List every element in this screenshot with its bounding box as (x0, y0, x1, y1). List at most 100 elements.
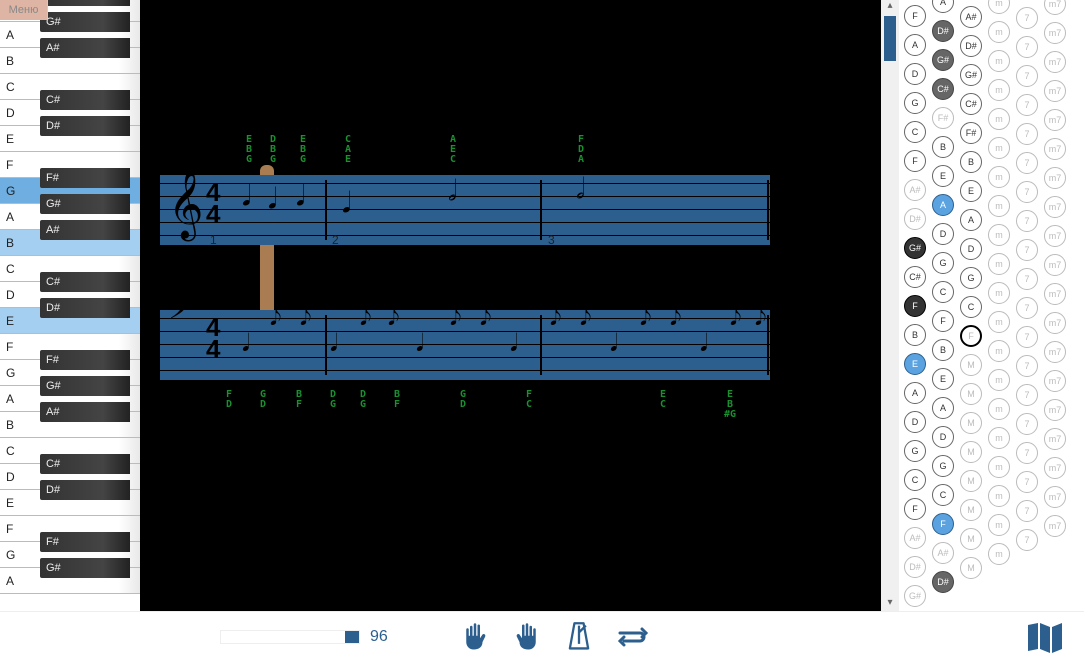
accordion-button[interactable]: m (988, 456, 1010, 478)
scroll-thumb[interactable] (884, 16, 896, 61)
scroll-down-icon[interactable]: ▾ (883, 597, 897, 611)
accordion-button[interactable]: 7 (1016, 7, 1038, 29)
tempo-slider[interactable] (220, 630, 360, 644)
piano-black-key[interactable]: A# (40, 220, 130, 240)
accordion-button[interactable]: C (932, 484, 954, 506)
accordion-button[interactable]: 7 (1016, 326, 1038, 348)
accordion-button[interactable]: 7 (1016, 384, 1038, 406)
piano-black-key[interactable]: F# (40, 350, 130, 370)
accordion-button[interactable]: M (960, 441, 982, 463)
accordion-button[interactable]: F (904, 498, 926, 520)
accordion-button[interactable]: E (932, 165, 954, 187)
accordion-button[interactable]: G# (904, 237, 926, 259)
accordion-button[interactable]: m (988, 282, 1010, 304)
left-hand-icon[interactable] (458, 620, 492, 654)
tempo-slider-thumb[interactable] (345, 631, 359, 643)
accordion-button[interactable]: m (988, 79, 1010, 101)
accordion-button[interactable]: E (960, 180, 982, 202)
accordion-button[interactable]: m (988, 543, 1010, 565)
accordion-button[interactable]: m7 (1044, 283, 1066, 305)
accordion-button[interactable]: m7 (1044, 167, 1066, 189)
accordion-button[interactable]: m7 (1044, 254, 1066, 276)
accordion-button[interactable]: m (988, 50, 1010, 72)
piano-black-key[interactable]: D# (40, 480, 130, 500)
accordion-button[interactable]: m7 (1044, 312, 1066, 334)
accordion-button[interactable]: A (932, 194, 954, 216)
piano-black-key[interactable]: D# (40, 298, 130, 318)
metronome-icon[interactable] (562, 620, 596, 654)
accordion-button[interactable]: m (988, 369, 1010, 391)
loop-icon[interactable] (614, 620, 648, 654)
accordion-button[interactable]: G (904, 92, 926, 114)
accordion-button[interactable]: F (960, 325, 982, 347)
accordion-button[interactable]: 7 (1016, 65, 1038, 87)
map-view-icon[interactable] (1026, 620, 1064, 654)
accordion-button[interactable]: m (988, 485, 1010, 507)
accordion-button[interactable]: m7 (1044, 428, 1066, 450)
piano-black-key[interactable]: C# (40, 90, 130, 110)
accordion-button[interactable]: M (960, 499, 982, 521)
accordion-button[interactable]: B (932, 136, 954, 158)
accordion-button[interactable]: C (932, 281, 954, 303)
piano-black-key[interactable]: A# (40, 402, 130, 422)
accordion-button[interactable]: A (932, 0, 954, 13)
accordion-button[interactable]: E (932, 368, 954, 390)
accordion-button[interactable]: A (960, 209, 982, 231)
piano-black-key[interactable]: F# (40, 0, 130, 6)
accordion-button[interactable]: F (904, 5, 926, 27)
accordion-button[interactable]: C# (960, 93, 982, 115)
accordion-button[interactable]: A# (904, 179, 926, 201)
accordion-button[interactable]: A (904, 382, 926, 404)
accordion-button[interactable]: m7 (1044, 457, 1066, 479)
piano-black-key[interactable]: G# (40, 12, 130, 32)
accordion-button[interactable]: C# (904, 266, 926, 288)
accordion-button[interactable]: 7 (1016, 529, 1038, 551)
accordion-button[interactable]: C (960, 296, 982, 318)
piano-black-key[interactable]: C# (40, 272, 130, 292)
accordion-button[interactable]: M (960, 383, 982, 405)
accordion-button[interactable]: C (904, 121, 926, 143)
accordion-button[interactable]: m (988, 108, 1010, 130)
accordion-button[interactable]: m (988, 427, 1010, 449)
accordion-button[interactable]: 7 (1016, 94, 1038, 116)
accordion-button[interactable]: D (932, 223, 954, 245)
accordion-button[interactable]: m7 (1044, 341, 1066, 363)
accordion-button[interactable]: m7 (1044, 486, 1066, 508)
piano-keyboard[interactable]: Меню F#GG#AA#BCC#DD#EFF#GG#AA#BCC#DD#EFF… (0, 0, 140, 611)
accordion-button[interactable]: D# (932, 20, 954, 42)
accordion-button[interactable]: m7 (1044, 515, 1066, 537)
accordion-button[interactable]: D (904, 411, 926, 433)
accordion-button[interactable]: E (904, 353, 926, 375)
accordion-button[interactable]: m7 (1044, 370, 1066, 392)
accordion-button[interactable]: m (988, 398, 1010, 420)
accordion-button[interactable]: m7 (1044, 109, 1066, 131)
accordion-button[interactable]: A# (960, 6, 982, 28)
accordion-button[interactable]: D (904, 63, 926, 85)
piano-black-key[interactable]: D# (40, 116, 130, 136)
vertical-scrollbar[interactable]: ▴ ▾ (881, 0, 899, 611)
accordion-button[interactable]: D# (904, 208, 926, 230)
accordion-button[interactable]: A (904, 34, 926, 56)
accordion-button[interactable]: m (988, 514, 1010, 536)
accordion-button[interactable]: B (932, 339, 954, 361)
menu-button[interactable]: Меню (0, 0, 48, 20)
accordion-button[interactable]: 7 (1016, 442, 1038, 464)
accordion-button[interactable]: m (988, 253, 1010, 275)
piano-black-key[interactable]: F# (40, 168, 130, 188)
accordion-button[interactable]: 7 (1016, 152, 1038, 174)
accordion-button[interactable]: F (932, 310, 954, 332)
piano-black-key[interactable]: G# (40, 194, 130, 214)
accordion-button[interactable]: 7 (1016, 210, 1038, 232)
accordion-button[interactable]: 7 (1016, 297, 1038, 319)
accordion-button[interactable]: M (960, 470, 982, 492)
accordion-button[interactable]: m7 (1044, 399, 1066, 421)
accordion-button[interactable]: m (988, 166, 1010, 188)
right-hand-icon[interactable] (510, 620, 544, 654)
accordion-button[interactable]: 7 (1016, 181, 1038, 203)
accordion-button[interactable]: 7 (1016, 413, 1038, 435)
accordion-button[interactable]: F (904, 150, 926, 172)
accordion-button[interactable]: 7 (1016, 500, 1038, 522)
accordion-button[interactable]: G# (960, 64, 982, 86)
accordion-button[interactable]: G (932, 455, 954, 477)
accordion-button[interactable]: m7 (1044, 22, 1066, 44)
